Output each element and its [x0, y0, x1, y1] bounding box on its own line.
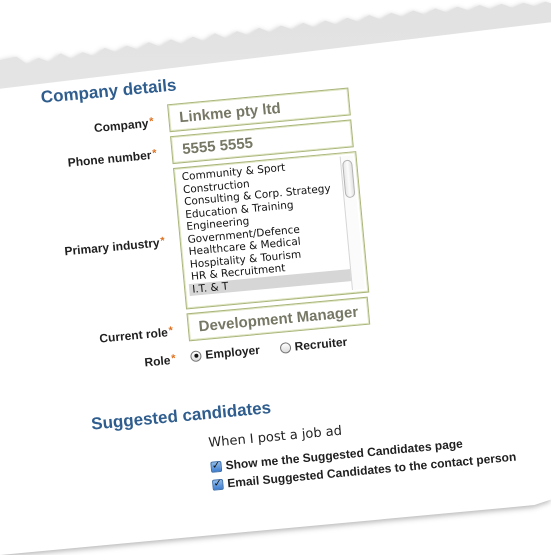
- show-suggested-candidates-checkbox[interactable]: ✓: [210, 460, 223, 473]
- email-suggested-candidates-checkbox[interactable]: ✓: [211, 478, 224, 491]
- company-label: Company*: [93, 115, 155, 136]
- current-role-label: Current role*: [98, 324, 174, 346]
- employer-radio[interactable]: [189, 349, 202, 362]
- required-marker: *: [159, 235, 166, 248]
- role-label: Role*: [143, 352, 177, 370]
- recruiter-label: Recruiter: [294, 334, 348, 354]
- employer-label: Employer: [204, 342, 261, 362]
- scrollbar-thumb[interactable]: [341, 159, 356, 199]
- when-post-job-ad-text: When I post a job ad: [207, 423, 343, 451]
- primary-industry-listbox[interactable]: Community & Sport Construction Consulting …: [172, 151, 370, 310]
- required-marker: *: [148, 115, 155, 129]
- role-employer-option[interactable]: Employer: [189, 342, 261, 363]
- phone-number-label: Phone number*: [67, 147, 158, 170]
- role-recruiter-option[interactable]: Recruiter: [279, 335, 348, 355]
- required-marker: *: [170, 352, 177, 366]
- required-marker: *: [151, 147, 158, 160]
- recruiter-radio[interactable]: [279, 341, 292, 354]
- registration-form: Company details Company* Linkme pty ltd …: [40, 44, 551, 526]
- required-marker: *: [168, 324, 174, 338]
- primary-industry-label: Primary industry*: [63, 235, 166, 259]
- suggested-candidates-heading: Suggested candidates: [90, 398, 272, 434]
- industry-options: Community & Sport Construction Consulting …: [178, 156, 364, 297]
